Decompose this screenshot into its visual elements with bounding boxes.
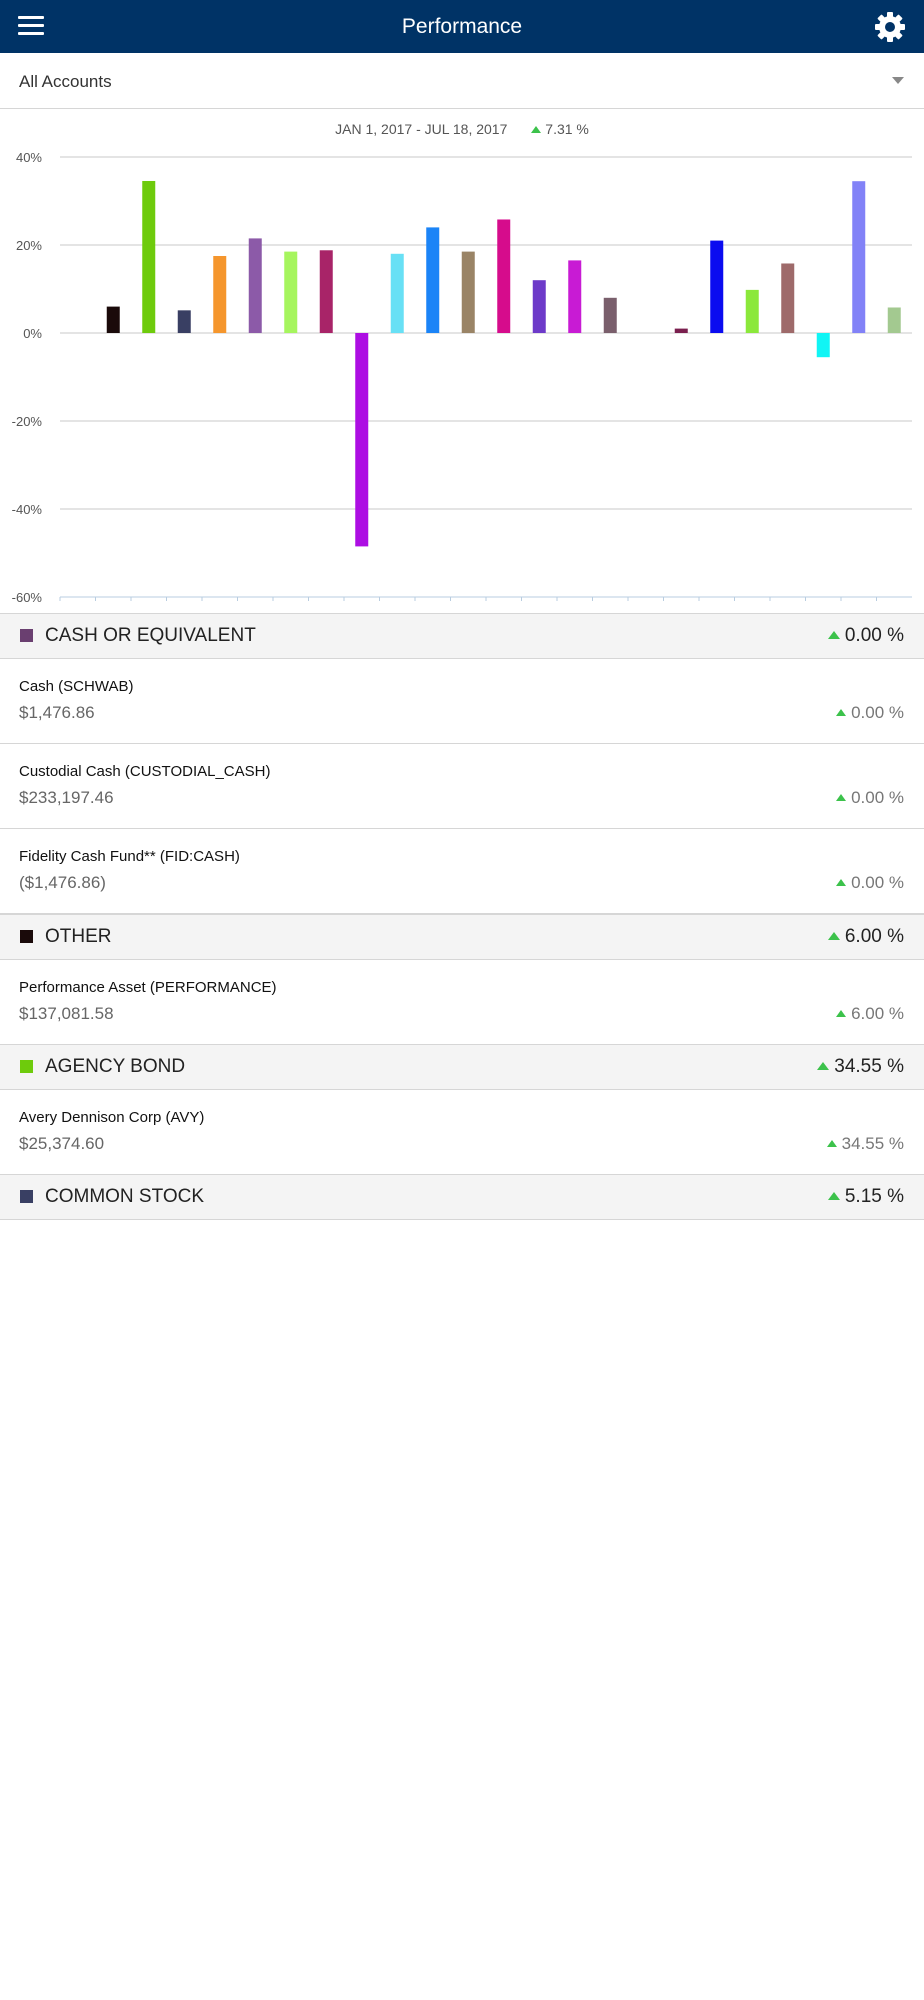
holding-value: $233,197.46 [19,788,114,807]
section-agency-bond[interactable]: AGENCY BOND 34.55 % [0,1044,924,1090]
holding-return: 0.00 % [836,703,904,723]
holding-row[interactable]: Custodial Cash (CUSTODIAL_CASH) $233,197… [0,744,924,829]
chart-bar[interactable] [248,238,262,333]
section-return: 5.15 % [827,1186,904,1208]
holding-return: 0.00 % [836,873,904,893]
y-tick-label: -20% [12,414,43,429]
account-selector[interactable]: All Accounts [0,53,924,109]
holding-value: $1,476.86 [19,703,95,722]
chart-bar[interactable] [816,333,830,358]
up-arrow-icon [826,1140,837,1147]
section-color-swatch [20,1190,33,1203]
up-arrow-icon [836,879,847,886]
section-color-swatch [20,1060,33,1073]
chevron-down-icon [892,77,904,84]
chart-bar[interactable] [177,310,191,333]
chart-bar[interactable] [213,256,227,333]
section-color-swatch [20,629,33,642]
chart-bar[interactable] [603,297,617,333]
page-title: Performance [401,15,523,38]
chart-bar[interactable] [887,307,901,333]
holding-return: 6.00 % [836,1004,904,1024]
app-bar: Performance [0,0,924,53]
y-tick-label: 20% [16,238,42,253]
chart-bar[interactable] [497,219,511,333]
holding-row[interactable]: Fidelity Cash Fund** (FID:CASH) ($1,476.… [0,829,924,914]
performance-bar-chart: 40% 20% 0% -20% -40% -60% [12,150,912,605]
holding-name: Fidelity Cash Fund** (FID:CASH) [19,848,240,865]
section-name: COMMON STOCK [45,1186,205,1207]
chart-bar[interactable] [461,251,475,333]
section-name: CASH OR EQUIVALENT [45,625,256,646]
up-arrow-icon [827,631,840,639]
chart-bar[interactable] [390,253,404,333]
holding-value: $25,374.60 [19,1134,105,1153]
chart-bar[interactable] [426,227,440,333]
holding-name: Performance Asset (PERFORMANCE) [19,979,277,996]
chart-bar[interactable] [568,260,582,333]
section-name: OTHER [45,926,112,947]
holding-return: 34.55 % [826,1134,904,1154]
date-range: JAN 1, 2017 - JUL 18, 2017 [335,121,508,137]
holding-name: Avery Dennison Corp (AVY) [19,1109,205,1126]
holding-value: ($1,476.86) [19,873,106,892]
section-return: 34.55 % [817,1056,904,1078]
chart-bar[interactable] [319,250,333,333]
section-cash-or-equivalent[interactable]: CASH OR EQUIVALENT 0.00 % [0,613,924,659]
up-arrow-icon [827,1192,840,1200]
holding-value: $137,081.58 [19,1004,114,1023]
holding-name: Custodial Cash (CUSTODIAL_CASH) [19,763,271,780]
section-common-stock[interactable]: COMMON STOCK 5.15 % [0,1174,924,1220]
chart-bar[interactable] [106,306,120,333]
y-tick-label: 0% [23,326,42,341]
holding-row[interactable]: Cash (SCHWAB) $1,476.86 0.00 % [0,659,924,744]
total-return: 7.31 % [545,121,589,137]
chart-bar[interactable] [710,240,724,333]
holding-row[interactable]: Performance Asset (PERFORMANCE) $137,081… [0,960,924,1045]
up-arrow-icon [531,126,542,133]
section-return: 0.00 % [827,625,904,647]
gear-icon[interactable] [874,11,906,43]
section-return: 6.00 % [827,926,904,948]
chart-bar[interactable] [532,280,546,333]
chart-bar[interactable] [284,251,298,333]
chart-bar[interactable] [674,328,688,333]
section-other[interactable]: OTHER 6.00 % [0,914,924,960]
section-color-swatch [20,930,33,943]
holding-name: Cash (SCHWAB) [19,678,134,695]
chart-bar[interactable] [355,333,369,547]
up-arrow-icon [836,1010,847,1017]
y-tick-label: -60% [12,590,43,605]
section-name: AGENCY BOND [45,1056,186,1077]
account-selector-value: All Accounts [19,72,112,91]
up-arrow-icon [836,794,847,801]
chart-bar[interactable] [781,263,795,333]
holding-row[interactable]: Avery Dennison Corp (AVY) $25,374.60 34.… [0,1090,924,1175]
chart-header: JAN 1, 2017 - JUL 18, 2017 7.31 % [0,121,924,141]
y-tick-label: -40% [12,502,43,517]
holding-return: 0.00 % [836,788,904,808]
chart-bar[interactable] [852,181,866,333]
chart-bar[interactable] [142,180,156,333]
up-arrow-icon [827,932,840,940]
y-tick-label: 40% [16,150,42,165]
chart-bar[interactable] [745,289,759,333]
up-arrow-icon [817,1062,830,1070]
up-arrow-icon [836,709,847,716]
